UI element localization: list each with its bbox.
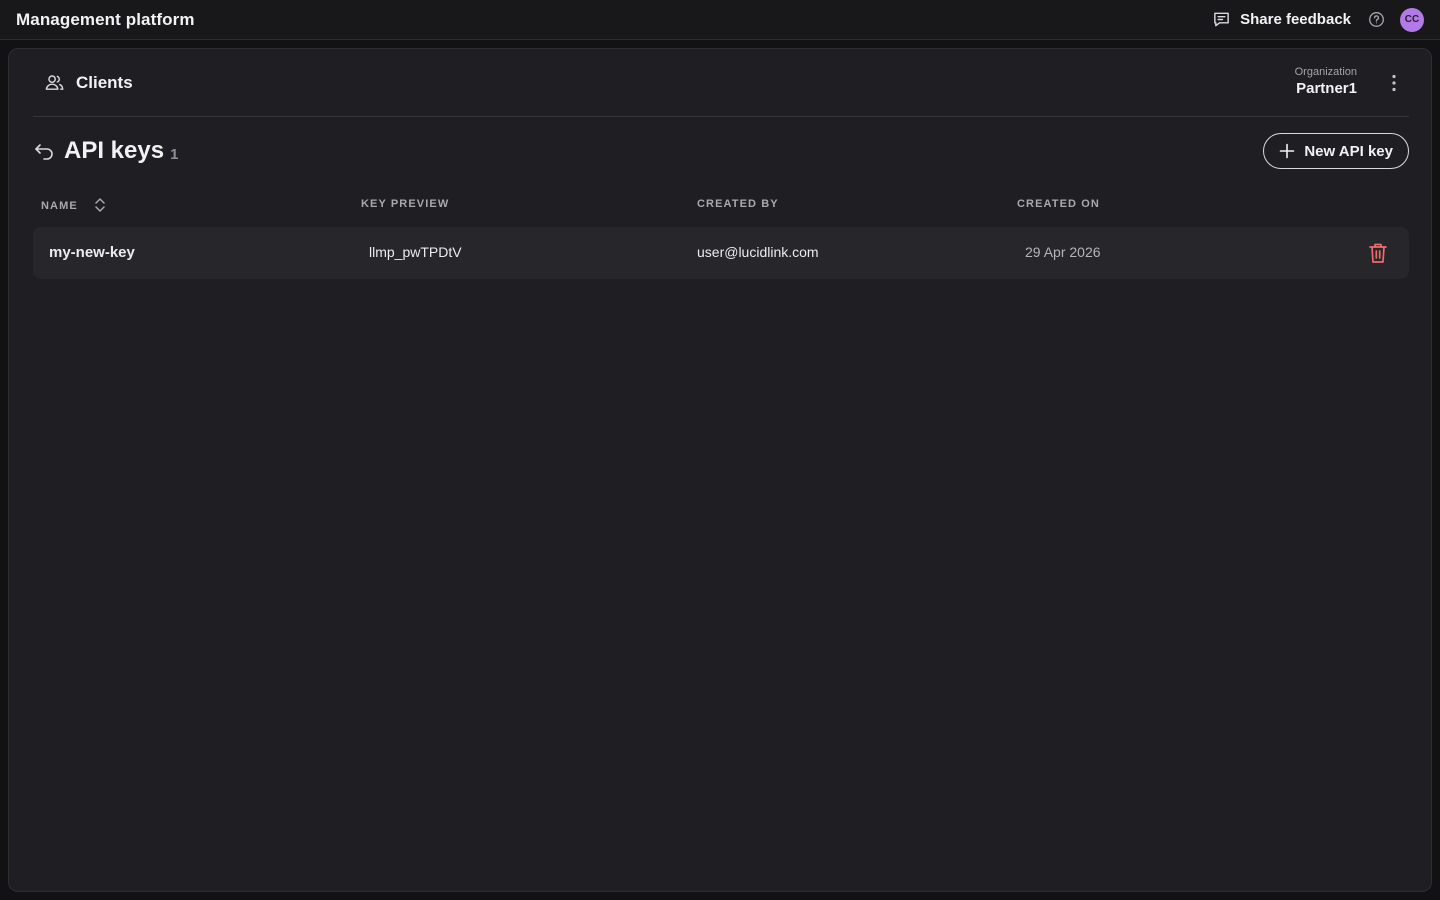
app-title: Management platform: [16, 9, 195, 29]
trash-icon[interactable]: [1367, 241, 1389, 265]
clients-nav[interactable]: Clients: [33, 72, 133, 93]
key-name: my-new-key: [49, 244, 135, 261]
more-options-icon[interactable]: [1385, 72, 1403, 94]
users-icon: [44, 72, 65, 93]
organization-selector[interactable]: Organization Partner1: [1295, 66, 1357, 97]
column-header-created-on: CREATED ON: [1017, 198, 1100, 210]
created-on: 29 Apr 2026: [1025, 244, 1101, 260]
table-row[interactable]: my-new-key llmp_pwTPDtV user@lucidlink.c…: [33, 227, 1409, 279]
api-keys-count: 1: [170, 146, 179, 163]
organization-label: Organization: [1294, 66, 1357, 78]
new-api-key-label: New API key: [1304, 142, 1393, 160]
organization-name: Partner1: [1296, 80, 1357, 97]
share-feedback-button[interactable]: Share feedback: [1212, 10, 1351, 29]
created-by: user@lucidlink.com: [697, 244, 819, 260]
column-created-on-label: CREATED ON: [1017, 198, 1100, 210]
table-header: NAME KEY PREVIEW CREATED BY CREATED ON: [33, 189, 1409, 221]
top-bar-actions: Share feedback CC: [1212, 7, 1424, 32]
key-preview: llmp_pwTPDtV: [369, 244, 462, 260]
column-name-label: NAME: [41, 199, 78, 212]
column-created-by-label: CREATED BY: [697, 198, 779, 210]
feedback-icon: [1212, 10, 1231, 29]
share-feedback-label: Share feedback: [1240, 11, 1351, 28]
column-header-name[interactable]: NAME: [41, 198, 107, 213]
main-panel: Clients Organization Partner1 API keys 1: [8, 48, 1432, 892]
help-circle-icon[interactable]: [1368, 11, 1385, 28]
new-api-key-button[interactable]: New API key: [1263, 133, 1409, 169]
column-key-preview-label: KEY PREVIEW: [361, 198, 450, 210]
plus-icon: [1279, 143, 1295, 159]
column-header-key-preview: KEY PREVIEW: [361, 198, 449, 210]
column-header-created-by: CREATED BY: [697, 198, 779, 210]
avatar[interactable]: CC: [1400, 7, 1424, 32]
clients-label: Clients: [76, 72, 133, 92]
panel-header: Clients Organization Partner1: [33, 49, 1409, 117]
back-arrow-icon[interactable]: [33, 140, 55, 162]
sort-icon[interactable]: [93, 197, 107, 213]
page-title: API keys: [64, 137, 165, 164]
page-heading: API keys 1 New API key: [33, 133, 1409, 169]
top-bar: Management platform Share feedback CC: [0, 0, 1440, 40]
